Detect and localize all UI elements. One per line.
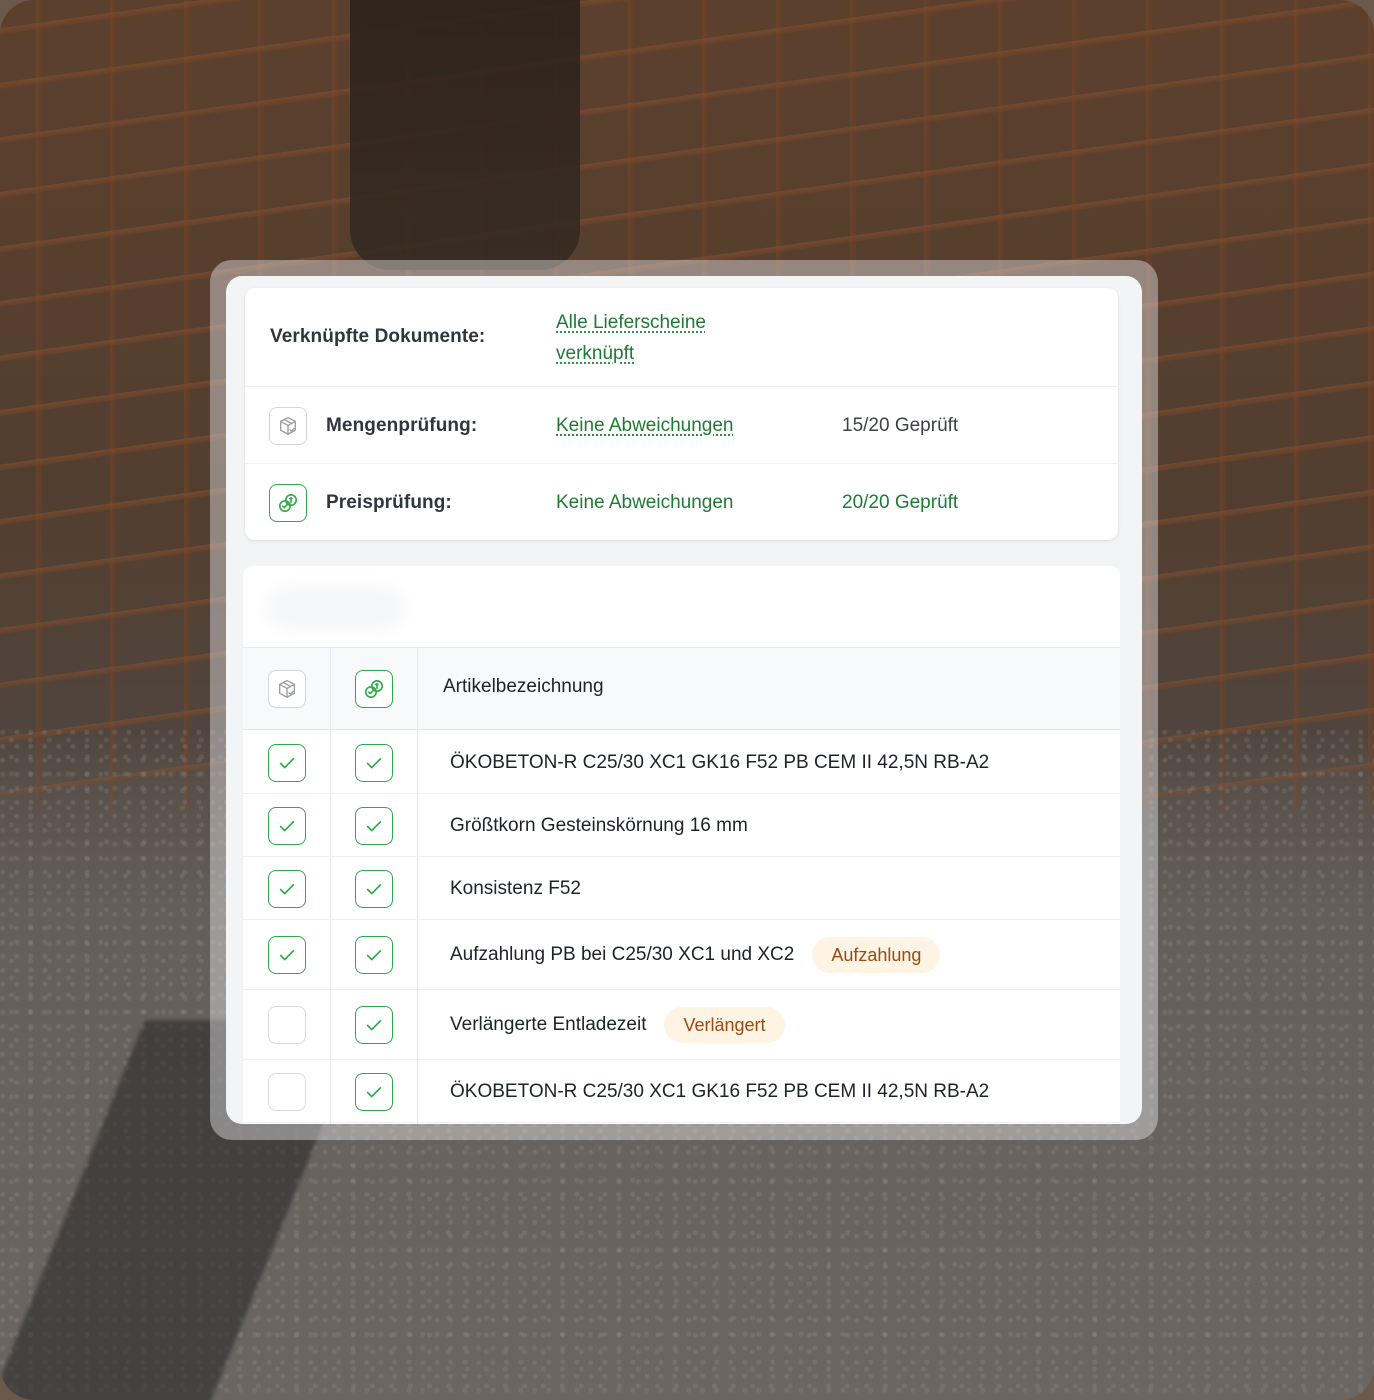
price-check-label: Preisprüfung: [326,492,452,513]
quantity-checkbox[interactable] [268,807,306,845]
linked-documents-link-line1[interactable]: Alle Lieferscheine [556,312,706,333]
article-name: Konsistenz F52 [450,877,581,899]
quantity-checkbox[interactable] [268,1073,306,1111]
article-cell: ÖKOBETON-R C25/30 XC1 GK16 F52 PB CEM II… [450,731,989,794]
summary-card: Verknüpfte Dokumente: Alle Lieferscheine… [245,288,1118,540]
article-name: Aufzahlung PB bei C25/30 XC1 und XC2 [450,944,795,965]
price-tag-check-icon[interactable] [355,670,393,708]
article-name: ÖKOBETON-R C25/30 XC1 GK16 F52 PB CEM II… [450,751,990,773]
table-row[interactable]: Verlängerte Entladezeit Verlängert [243,990,1120,1060]
status-badge: Verlängert [664,1007,785,1043]
price-checkbox[interactable] [355,936,393,974]
price-check-row: Preisprüfung: Keine Abweichungen 20/20 G… [245,465,1118,540]
price-checkbox[interactable] [355,1006,393,1044]
inspection-panel: Verknüpfte Dokumente: Alle Lieferscheine… [226,276,1142,1124]
article-cell: ÖKOBETON-R C25/30 XC1 GK16 F52 PB CEM II… [450,1060,989,1123]
linked-documents-label: Verknüpfte Dokumente: [270,326,486,347]
article-cell: Konsistenz F52 [450,857,581,920]
blurred-toolbar [265,586,405,630]
status-badge: Aufzahlung [812,937,941,973]
quantity-checkbox[interactable] [268,1006,306,1044]
article-cell: Verlängerte Entladezeit Verlängert [450,990,785,1060]
table-header: Artikelbezeichnung [243,647,1120,730]
article-name: Größtkorn Gesteinskörnung 16 mm [450,814,748,836]
table-row[interactable]: ÖKOBETON-R C25/30 XC1 GK16 F52 PB CEM II… [243,731,1120,794]
price-checkbox[interactable] [355,807,393,845]
quantity-check-value-link[interactable]: Keine Abweichungen [556,410,733,441]
articles-table: Artikelbezeichnung ÖKOBETON-R C25/30 XC1… [243,566,1120,1124]
linked-documents-link-line2[interactable]: verknüpft [556,343,634,364]
table-row[interactable]: ÖKOBETON-R C25/30 XC1 GK16 F52 PB CEM II… [243,1060,1120,1123]
package-check-icon [269,407,307,445]
price-checkbox[interactable] [355,744,393,782]
article-name: ÖKOBETON-R C25/30 XC1 GK16 F52 PB CEM II… [450,1080,990,1102]
article-name: Verlängerte Entladezeit [450,1014,647,1035]
quantity-checkbox[interactable] [268,870,306,908]
quantity-checkbox[interactable] [268,744,306,782]
price-checkbox[interactable] [355,870,393,908]
table-row[interactable]: Größtkorn Gesteinskörnung 16 mm [243,794,1120,857]
quantity-check-row: Mengenprüfung: Keine Abweichungen 15/20 … [245,388,1118,464]
article-cell: Größtkorn Gesteinskörnung 16 mm [450,794,748,857]
price-check-count: 20/20 Geprüft [842,492,959,513]
linked-documents-row: Verknüpfte Dokumente: Alle Lieferscheine… [245,288,1118,387]
quantity-check-label: Mengenprüfung: [326,415,478,436]
column-header-article[interactable]: Artikelbezeichnung [443,676,604,698]
table-row[interactable]: Aufzahlung PB bei C25/30 XC1 und XC2 Aufz… [243,920,1120,990]
quantity-check-count: 15/20 Geprüft [842,415,959,436]
price-checkbox[interactable] [355,1073,393,1111]
table-row[interactable]: Konsistenz F52 [243,857,1120,920]
price-check-value: Keine Abweichungen [556,492,734,513]
package-check-icon[interactable] [268,670,306,708]
quantity-checkbox[interactable] [268,936,306,974]
article-cell: Aufzahlung PB bei C25/30 XC1 und XC2 Aufz… [450,920,941,990]
price-tag-check-icon [269,484,307,522]
linked-documents-value[interactable]: Alle Lieferscheine verknüpft [556,307,756,369]
